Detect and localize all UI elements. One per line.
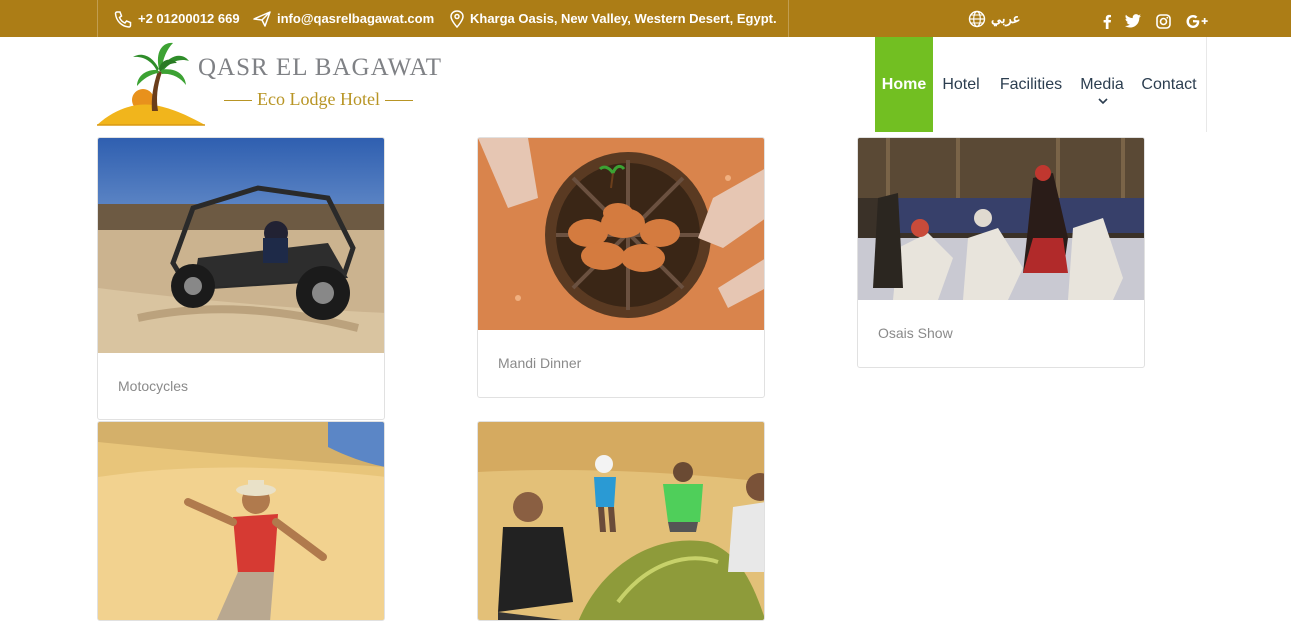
gallery-card-motocycles[interactable]: Motocycles: [97, 137, 385, 420]
gallery-card-mandi-dinner[interactable]: Mandi Dinner: [477, 137, 765, 398]
motocycles-photo: [98, 138, 384, 353]
address-contact: Kharga Oasis, New Valley, Western Desert…: [449, 0, 777, 37]
card-caption: Mandi Dinner: [498, 355, 582, 371]
gallery-card-sandboarding[interactable]: [97, 421, 385, 621]
mandi-dinner-photo: [478, 138, 764, 330]
divider: [788, 0, 789, 37]
instagram-icon[interactable]: [1154, 12, 1172, 30]
nav-item-hotel[interactable]: Hotel: [936, 37, 986, 132]
camping-photo: [478, 422, 764, 620]
nav-item-label: Hotel: [942, 75, 980, 93]
divider: [1206, 37, 1207, 132]
gallery-card-camping[interactable]: [477, 421, 765, 621]
divider: [384, 100, 413, 102]
email-address: info@qasrelbagawat.com: [277, 11, 435, 26]
osais-show-photo: [858, 138, 1144, 300]
email-contact[interactable]: info@qasrelbagawat.com: [252, 0, 434, 37]
nav-item-label: Contact: [1141, 75, 1197, 93]
google-plus-icon[interactable]: [1185, 12, 1209, 30]
gallery-card-osais-show[interactable]: Osais Show: [857, 137, 1145, 368]
phone-number: +2 01200012 669: [138, 11, 240, 26]
nav-item-label: Facilities: [999, 75, 1063, 93]
top-contact-bar: +2 01200012 669 info@qasrelbagawat.com K…: [0, 0, 1291, 37]
facebook-icon[interactable]: [1098, 12, 1116, 30]
map-pin-icon: [450, 9, 464, 28]
twitter-icon[interactable]: [1124, 12, 1142, 30]
card-caption: Motocycles: [118, 378, 189, 394]
divider: [97, 0, 98, 37]
divider: [224, 100, 252, 102]
nav-item-facilities[interactable]: Facilities: [993, 37, 1069, 132]
nav-item-label: Media: [1080, 75, 1124, 93]
nav-item-home[interactable]: Home: [875, 37, 933, 132]
language-switch[interactable]: عربي: [968, 0, 1020, 37]
phone-contact[interactable]: +2 01200012 669: [113, 0, 240, 37]
send-icon: [253, 10, 271, 27]
address-text: Kharga Oasis, New Valley, Western Desert…: [470, 11, 777, 26]
site-logo[interactable]: QASR EL BAGAWAT Eco Lodge Hotel: [97, 41, 447, 127]
nav-item-contact[interactable]: Contact: [1136, 37, 1202, 132]
logo-subtitle: Eco Lodge Hotel: [219, 89, 418, 110]
logo-subtitle-text: Eco Lodge Hotel: [257, 89, 380, 109]
sandboarding-photo: [98, 422, 384, 620]
chevron-down-icon: [1098, 98, 1108, 105]
language-label: عربي: [991, 10, 1021, 26]
card-caption: Osais Show: [878, 325, 953, 341]
nav-item-label: Home: [881, 75, 927, 93]
nav-item-media[interactable]: Media: [1077, 37, 1127, 132]
logo-title: QASR EL BAGAWAT: [198, 54, 443, 81]
palm-tree-logo-icon: [97, 42, 205, 126]
phone-icon: [114, 10, 132, 28]
globe-icon: [968, 10, 986, 27]
